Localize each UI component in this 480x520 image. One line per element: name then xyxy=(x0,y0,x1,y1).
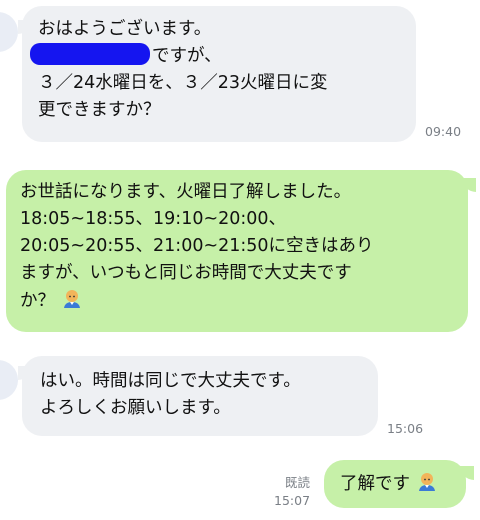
message-bubble-received-3[interactable]: はい。時間は同じで大丈夫です。 よろしくお願いします。 xyxy=(22,356,378,436)
message-text: お世話になります、火曜日了解しました。 xyxy=(20,182,352,202)
message-text: ますが、いつもと同じお時間で大丈夫です xyxy=(20,263,352,283)
message-text: 20:05~20:55、21:00~21:50に空きはあり xyxy=(20,236,374,256)
message-text: 18:05~18:55、19:10~20:00、 xyxy=(20,209,287,229)
contact-avatar[interactable] xyxy=(0,12,18,52)
message-text: よろしくお願いします。 xyxy=(40,398,231,418)
message-text: 了解です xyxy=(340,474,410,494)
message-bubble-sent-4[interactable]: 了解です xyxy=(324,460,466,508)
message-time: 15:07 xyxy=(274,493,311,508)
read-label: 既読 xyxy=(284,475,310,490)
message-bubble-received-1[interactable]: おはようございます。 ですが、 ３／24水曜日を、３／23火曜日に変 更できます… xyxy=(22,6,416,142)
message-text: はい。時間は同じで大丈夫です。 xyxy=(40,371,301,391)
message-time: 09:40 xyxy=(425,124,462,139)
message-text: ３／24水曜日を、３／23火曜日に変 xyxy=(38,73,328,93)
person-emoji-icon xyxy=(418,473,435,491)
message-bubble-sent-2[interactable]: お世話になります、火曜日了解しました。 18:05~18:55、19:10~20… xyxy=(6,170,468,332)
message-time: 15:06 xyxy=(387,421,424,436)
person-emoji-icon xyxy=(63,290,80,308)
message-text: か？ xyxy=(20,291,55,311)
message-text: ですが、 xyxy=(152,46,222,66)
message-text: おはようございます。 xyxy=(38,19,212,39)
redaction-mark xyxy=(30,43,150,65)
contact-avatar[interactable] xyxy=(0,360,18,400)
message-text: 更できますか？ xyxy=(38,100,161,120)
read-receipt: 既読 15:07 xyxy=(274,474,310,510)
